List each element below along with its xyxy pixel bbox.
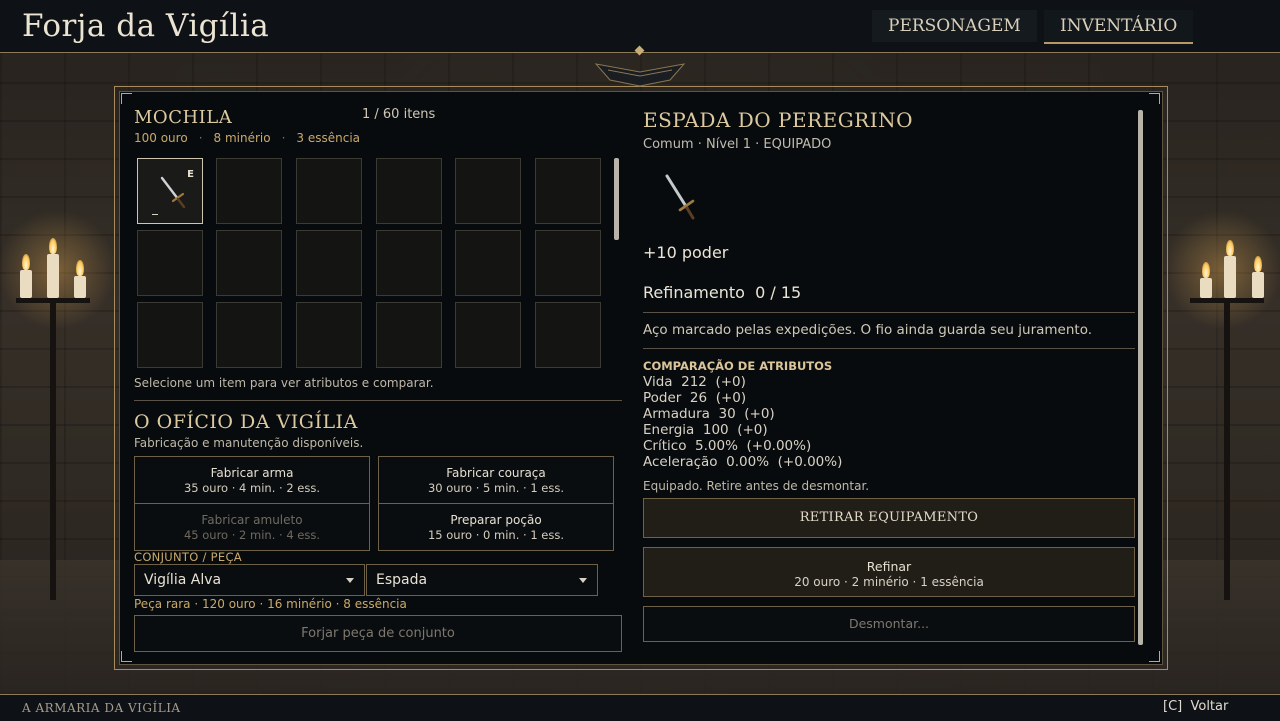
inventory-title: Mochila (134, 107, 232, 128)
crest-ornament (594, 63, 686, 87)
inventory-slot[interactable] (455, 302, 521, 368)
craft-amulet-label: Fabricar amuleto (201, 513, 303, 527)
ore-amount: 8 minério (213, 131, 271, 145)
brew-potion-button[interactable]: Preparar poção 15 ouro · 0 min. · 1 ess. (378, 503, 614, 551)
craft-amulet-cost: 45 ouro · 2 min. · 4 ess. (183, 528, 321, 542)
corner-ornament (121, 651, 132, 662)
brew-potion-cost: 15 ouro · 0 min. · 1 ess. (427, 528, 565, 542)
inventory-slot[interactable] (455, 158, 521, 224)
craft-weapon-button[interactable]: Fabricar arma 35 ouro · 4 min. · 2 ess. (134, 456, 370, 504)
game-title: Forja da Vigília (22, 8, 270, 44)
craft-armor-label: Fabricar couraça (446, 466, 546, 480)
inventory-slot[interactable] (296, 230, 362, 296)
brew-potion-label: Preparar poção (450, 513, 542, 527)
item-name-text: Espada do peregrino (643, 108, 914, 132)
detail-divider (643, 348, 1135, 349)
inventory-slot[interactable] (535, 302, 601, 368)
item-power: +10 poder (643, 243, 729, 262)
crafting-title-text: O ofício da Vigília (134, 411, 358, 433)
footer-title: A ARMARIA DA VIGÍLIA (22, 701, 181, 715)
bottom-bar: A ARMARIA DA VIGÍLIA [C] Voltar (0, 694, 1280, 721)
refine-button[interactable]: Refinar 20 ouro · 2 minério · 1 essência (643, 547, 1135, 597)
item-meta: Comum · Nível 1 · EQUIPADO (643, 137, 832, 152)
detail-scrollbar[interactable] (1138, 110, 1143, 645)
stat-life: Vida 212 (+0) (643, 374, 746, 390)
inventory-slot[interactable] (535, 230, 601, 296)
comparison-title: COMPARAÇÃO DE ATRIBUTOS (643, 359, 833, 373)
sword-icon (160, 176, 186, 209)
dismantle-label: Desmontar... (848, 616, 930, 631)
refine-cost: 20 ouro · 2 minério · 1 essência (794, 575, 984, 589)
craft-armor-button[interactable]: Fabricar couraça 30 ouro · 5 min. · 1 es… (378, 456, 614, 504)
gold-amount: 100 ouro (134, 131, 188, 145)
set-select-value: Vigília Alva (144, 572, 222, 588)
section-divider (134, 400, 622, 401)
slot-dash (152, 214, 158, 215)
corner-ornament (1149, 651, 1160, 662)
chevron-down-icon (579, 578, 587, 583)
forge-set-piece-button[interactable]: Forjar peça de conjunto (134, 615, 622, 652)
piece-select-value: Espada (376, 572, 428, 588)
inventory-slot-equipped-sword[interactable]: E (137, 158, 203, 224)
refine-label: Refinar (866, 559, 912, 574)
item-flavor-text: Aço marcado pelas expedições. O fio aind… (643, 322, 1093, 338)
item-name: Espada do peregrino (643, 108, 913, 133)
inventory-slot[interactable] (376, 302, 442, 368)
tab-personagem[interactable]: Personagem (872, 10, 1037, 42)
inventory-slot[interactable] (296, 158, 362, 224)
inventory-title-text: Mochila (134, 107, 233, 128)
equipped-badge: E (187, 169, 194, 180)
inventory-slot[interactable] (296, 302, 362, 368)
inventory-slot[interactable] (376, 230, 442, 296)
currency-row: 100 ouro · 8 minério · 3 essência (134, 131, 361, 145)
inventory-slot[interactable] (535, 158, 601, 224)
inventory-slot[interactable] (376, 158, 442, 224)
tab-personagem-label: Personagem (888, 16, 1021, 36)
set-select[interactable]: Vigília Alva (134, 564, 365, 596)
inventory-count: 1 / 60 itens (362, 107, 436, 122)
craft-amulet-button[interactable]: Fabricar amuleto 45 ouro · 2 min. · 4 es… (134, 503, 370, 551)
candelabra-left (0, 210, 117, 600)
inventory-slot[interactable] (137, 230, 203, 296)
unequip-label: Retirar equipamento (799, 510, 979, 525)
top-bar: Forja da Vigília Personagem Inventário (0, 0, 1280, 53)
inventory-slot[interactable] (216, 302, 282, 368)
tab-inventario[interactable]: Inventário (1044, 10, 1194, 44)
stat-armor: Armadura 30 (+0) (643, 406, 775, 422)
inventory-hint: Selecione um item para ver atributos e c… (134, 376, 434, 390)
equipped-note: Equipado. Retire antes de desmontar. (643, 479, 870, 493)
dismantle-button[interactable]: Desmontar... (643, 606, 1135, 642)
inventory-slot[interactable] (137, 302, 203, 368)
set-piece-cost: Peça rara · 120 ouro · 16 minério · 8 es… (134, 597, 407, 611)
set-piece-label: CONJUNTO / PEÇA (134, 550, 242, 564)
piece-select[interactable]: Espada (366, 564, 598, 596)
crafting-subtitle: Fabricação e manutenção disponíveis. (134, 436, 364, 450)
crafting-title: O ofício da Vigília (134, 411, 358, 433)
inventory-slot[interactable] (216, 230, 282, 296)
detail-divider (643, 312, 1135, 313)
corner-ornament (121, 93, 132, 104)
stat-critical: Crítico 5.00% (+0.00%) (643, 438, 812, 454)
inventory-slot[interactable] (455, 230, 521, 296)
stat-energy: Energia 100 (+0) (643, 422, 768, 438)
chevron-down-icon (346, 578, 354, 583)
craft-armor-cost: 30 ouro · 5 min. · 1 ess. (427, 481, 565, 495)
candelabra-right (1163, 210, 1280, 600)
craft-weapon-cost: 35 ouro · 4 min. · 2 ess. (183, 481, 321, 495)
inventory-slot[interactable] (216, 158, 282, 224)
back-button[interactable]: [C] Voltar (1163, 699, 1228, 714)
craft-weapon-label: Fabricar arma (210, 466, 294, 480)
item-refinement: Refinamento 0 / 15 (643, 283, 802, 302)
tab-inventario-label: Inventário (1060, 16, 1178, 36)
sword-icon (665, 174, 695, 220)
unequip-button[interactable]: Retirar equipamento (643, 498, 1135, 538)
stat-haste: Aceleração 0.00% (+0.00%) (643, 454, 843, 470)
corner-ornament (1149, 93, 1160, 104)
stat-power: Poder 26 (+0) (643, 390, 747, 406)
essence-amount: 3 essência (296, 131, 361, 145)
inventory-scrollbar[interactable] (614, 158, 619, 240)
